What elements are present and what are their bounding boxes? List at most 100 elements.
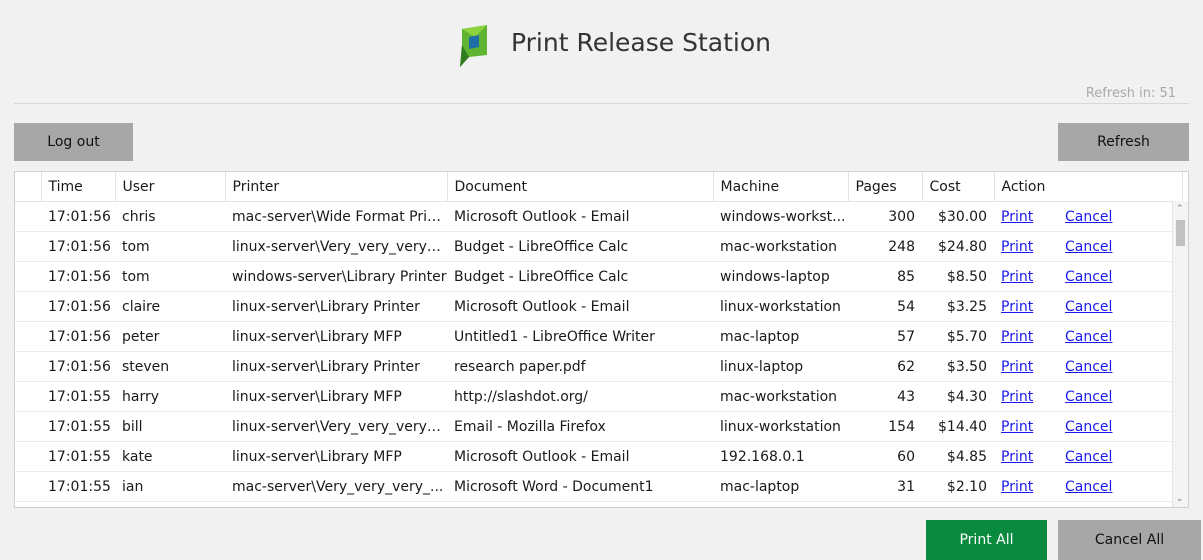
header: Print Release Station xyxy=(0,0,1203,90)
print-link[interactable]: Print xyxy=(1001,269,1033,285)
table-row: 17:01:56 steven linux-server\Library Print… xyxy=(15,351,1183,382)
column-header-pages[interactable]: Pages xyxy=(848,172,923,202)
row-spacer xyxy=(15,201,41,232)
cell-user: claire xyxy=(115,291,225,322)
cancel-link[interactable]: Cancel xyxy=(1065,359,1112,375)
cell-user: steven xyxy=(115,351,225,382)
cancel-link[interactable]: Cancel xyxy=(1065,479,1112,495)
cell-pages: 43 xyxy=(848,381,922,412)
cell-document: Microsoft Outlook - Email xyxy=(447,201,713,232)
cell-machine: mac-workstation xyxy=(713,381,848,412)
page-title: Print Release Station xyxy=(511,28,771,57)
column-header-machine[interactable]: Machine xyxy=(713,172,849,202)
cell-printer: linux-server\Very_very_very_... xyxy=(225,411,447,442)
cell-document: Microsoft Outlook - Email xyxy=(447,441,713,472)
cell-machine: mac-laptop xyxy=(713,321,848,352)
cell-printer: linux-server\Library MFP xyxy=(225,381,447,412)
refresh-countdown: Refresh in: 51 xyxy=(1085,86,1176,101)
cancel-link-cell: Cancel xyxy=(1058,351,1183,382)
cell-machine: windows-workst... xyxy=(713,201,848,232)
print-link-cell: Print xyxy=(994,201,1058,232)
cell-cost: $4.30 xyxy=(922,381,994,412)
cell-time: 17:01:56 xyxy=(41,201,115,232)
vertical-scrollbar[interactable]: ⌃ ⌄ xyxy=(1172,201,1188,507)
cell-machine: mac-laptop xyxy=(713,471,848,502)
table-row: 17:01:55 kate linux-server\Library MFP Micr… xyxy=(15,441,1183,472)
print-link-cell: Print xyxy=(994,261,1058,292)
print-link-cell: Print xyxy=(994,381,1058,412)
table-body: 17:01:56 chris mac-server\Wide Format Prin… xyxy=(15,201,1183,502)
cell-printer: linux-server\Library MFP xyxy=(225,321,447,352)
cell-user: chris xyxy=(115,201,225,232)
print-link[interactable]: Print xyxy=(1001,419,1033,435)
print-link[interactable]: Print xyxy=(1001,449,1033,465)
print-link[interactable]: Print xyxy=(1001,479,1033,495)
cancel-link-cell: Cancel xyxy=(1058,471,1183,502)
cell-user: peter xyxy=(115,321,225,352)
cell-machine: mac-workstation xyxy=(713,231,848,262)
cell-time: 17:01:55 xyxy=(41,441,115,472)
cancel-link[interactable]: Cancel xyxy=(1065,389,1112,405)
cell-user: kate xyxy=(115,441,225,472)
print-link-cell: Print xyxy=(994,321,1058,352)
cancel-link[interactable]: Cancel xyxy=(1065,419,1112,435)
column-header-cost[interactable]: Cost xyxy=(922,172,995,202)
cancel-link[interactable]: Cancel xyxy=(1065,269,1112,285)
print-link[interactable]: Print xyxy=(1001,239,1033,255)
cell-machine: linux-workstation xyxy=(713,411,848,442)
cell-user: tom xyxy=(115,231,225,262)
scrollbar-thumb[interactable] xyxy=(1176,220,1185,246)
cancel-link-cell: Cancel xyxy=(1058,381,1183,412)
cell-document: http://slashdot.org/ xyxy=(447,381,713,412)
print-link[interactable]: Print xyxy=(1001,359,1033,375)
cell-pages: 300 xyxy=(848,201,922,232)
table-row: 17:01:56 peter linux-server\Library MFP Unt… xyxy=(15,321,1183,352)
cancel-link[interactable]: Cancel xyxy=(1065,329,1112,345)
header-spacer xyxy=(15,172,42,202)
row-spacer xyxy=(15,291,41,322)
cell-document: Budget - LibreOffice Calc xyxy=(447,231,713,262)
row-spacer xyxy=(15,321,41,352)
table-row: 17:01:56 claire linux-server\Library Print… xyxy=(15,291,1183,322)
print-link[interactable]: Print xyxy=(1001,329,1033,345)
cell-document: Budget - LibreOffice Calc xyxy=(447,261,713,292)
column-header-document[interactable]: Document xyxy=(447,172,714,202)
cancel-link[interactable]: Cancel xyxy=(1065,299,1112,315)
scroll-up-arrow-icon[interactable]: ⌃ xyxy=(1176,204,1184,214)
cell-pages: 57 xyxy=(848,321,922,352)
cell-time: 17:01:56 xyxy=(41,261,115,292)
cell-document: Microsoft Word - Document1 xyxy=(447,471,713,502)
cancel-link-cell: Cancel xyxy=(1058,201,1183,232)
cancel-link[interactable]: Cancel xyxy=(1065,449,1112,465)
print-link[interactable]: Print xyxy=(1001,299,1033,315)
logout-button[interactable]: Log out xyxy=(14,123,133,161)
cancel-link[interactable]: Cancel xyxy=(1065,209,1112,225)
print-link[interactable]: Print xyxy=(1001,209,1033,225)
cell-cost: $5.70 xyxy=(922,321,994,352)
row-spacer xyxy=(15,441,41,472)
cell-pages: 62 xyxy=(848,351,922,382)
print-link-cell: Print xyxy=(994,291,1058,322)
print-all-button[interactable]: Print All xyxy=(926,520,1047,560)
column-header-action[interactable]: Action xyxy=(994,172,1183,202)
cell-time: 17:01:56 xyxy=(41,351,115,382)
cancel-link-cell: Cancel xyxy=(1058,441,1183,472)
row-spacer xyxy=(15,261,41,292)
scroll-down-arrow-icon[interactable]: ⌄ xyxy=(1176,494,1184,504)
refresh-button[interactable]: Refresh xyxy=(1058,123,1189,161)
print-link-cell: Print xyxy=(994,471,1058,502)
cell-cost: $3.25 xyxy=(922,291,994,322)
column-header-printer[interactable]: Printer xyxy=(225,172,448,202)
cell-pages: 85 xyxy=(848,261,922,292)
cancel-all-button[interactable]: Cancel All xyxy=(1058,520,1201,560)
column-header-user[interactable]: User xyxy=(115,172,226,202)
cell-document: Untitled1 - LibreOffice Writer xyxy=(447,321,713,352)
cancel-link-cell: Cancel xyxy=(1058,291,1183,322)
cell-time: 17:01:55 xyxy=(41,411,115,442)
cancel-link[interactable]: Cancel xyxy=(1065,239,1112,255)
column-header-time[interactable]: Time xyxy=(41,172,116,202)
cell-machine: linux-laptop xyxy=(713,351,848,382)
print-link[interactable]: Print xyxy=(1001,389,1033,405)
cell-printer: linux-server\Library MFP xyxy=(225,441,447,472)
cell-document: research paper.pdf xyxy=(447,351,713,382)
